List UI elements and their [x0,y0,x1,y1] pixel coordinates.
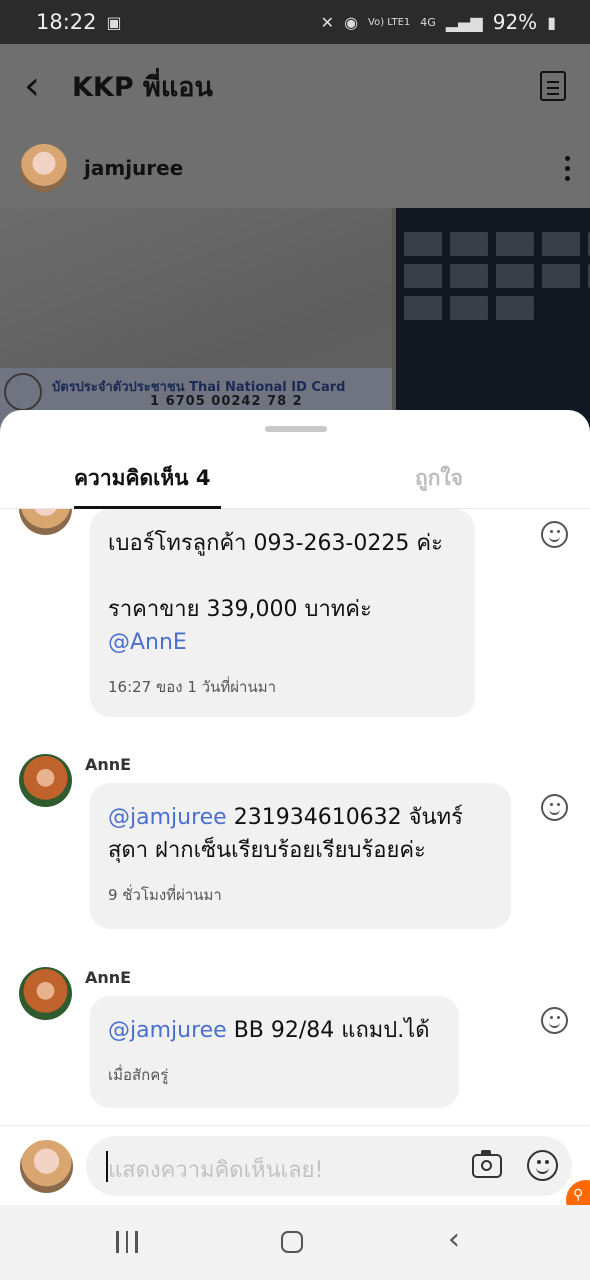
network-type: 4G [420,15,436,29]
post-author-name[interactable]: jamjuree [84,156,565,180]
nav-back-button[interactable]: ‹ [448,1225,460,1255]
comment-bubble: เบอร์โทรลูกค้า 093-263-0225 ค่ะ ราคาขาย … [90,509,475,717]
mention-link[interactable]: @jamjuree [108,1018,227,1043]
link-icon: ⚲ [573,1187,584,1203]
comment-input-placeholder: แสดงความคิดเห็นเลย! [108,1158,324,1183]
comment-bubble: @jamjuree BB 92/84 แถมป.ได้ เมื่อสักครู่ [90,996,459,1108]
id-card-number: 1 6705 00242 78 2 [150,394,303,409]
comment-text: @jamjuree 231934610632 จันทร์สุดา ฝากเซ็… [108,805,463,863]
media-icon: ▣ [106,12,122,32]
comment-time: 16:27 ของ 1 วันที่ผ่านมา [108,678,277,696]
emoji-icon[interactable] [527,1150,558,1181]
react-emoji-icon[interactable] [541,521,568,548]
page-title: KKP พี่แอน [72,71,213,103]
commenter-name[interactable]: AnnE [85,755,131,774]
comment-time: 9 ชั่วโมงที่ผ่านมา [108,886,222,904]
sheet-tabs: ความคิดเห็น 4 ถูกใจ [0,444,590,509]
comment-bubble: @jamjuree 231934610632 จันทร์สุดา ฝากเซ็… [90,783,511,929]
tab-likes[interactable]: ถูกใจ [415,462,463,495]
post-author-avatar[interactable] [20,144,68,192]
status-bar: 18:22 ▣ ✕ ◉ Vo) LTE1 4G ▂▄▆ 92% ▮ [0,0,590,44]
camera-icon[interactable] [472,1150,502,1178]
volte-indicator: Vo) LTE1 [368,16,411,28]
sheet-drag-handle[interactable] [265,426,327,432]
commenter-avatar[interactable] [19,754,72,807]
react-emoji-icon[interactable] [541,794,568,821]
status-time: 18:22 [36,10,97,34]
signal-icon: ▂▄▆ [445,12,483,32]
tab-comments[interactable]: ความคิดเห็น 4 [74,462,210,495]
mention-link[interactable]: @AnnE [108,630,187,655]
app-header: ‹ KKP พี่แอน [0,44,590,128]
post-author-row: jamjuree [0,128,590,208]
comment-list[interactable]: เบอร์โทรลูกค้า 093-263-0225 ค่ะ ราคาขาย … [0,509,590,1121]
battery-icon: ▮ [547,12,556,32]
commenter-name[interactable]: AnnE [85,968,131,987]
recent-apps-button[interactable] [116,1231,138,1253]
comment-text: @jamjuree BB 92/84 แถมป.ได้ [108,1018,430,1043]
mute-icon: ✕ [320,12,335,32]
system-nav-bar: ‹ [0,1205,590,1280]
seal-icon [4,373,42,411]
battery-level: 92% [492,10,538,34]
comment-text: เบอร์โทรลูกค้า 093-263-0225 ค่ะ ราคาขาย … [108,531,443,655]
commenter-avatar[interactable] [19,967,72,1020]
comment-input-bar: แสดงความคิดเห็นเลย! [0,1125,590,1206]
more-options-icon[interactable] [565,155,570,181]
document-icon[interactable] [540,71,566,101]
comment-input[interactable]: แสดงความคิดเห็นเลย! [86,1136,572,1196]
mention-link[interactable]: @jamjuree [108,805,227,830]
my-avatar [20,1140,73,1193]
react-emoji-icon[interactable] [541,1007,568,1034]
comment-time: เมื่อสักครู่ [108,1066,169,1084]
back-button[interactable]: ‹ [24,66,72,106]
home-button[interactable] [281,1231,303,1253]
hotspot-icon: ◉ [344,12,359,32]
commenter-avatar[interactable] [19,509,72,535]
